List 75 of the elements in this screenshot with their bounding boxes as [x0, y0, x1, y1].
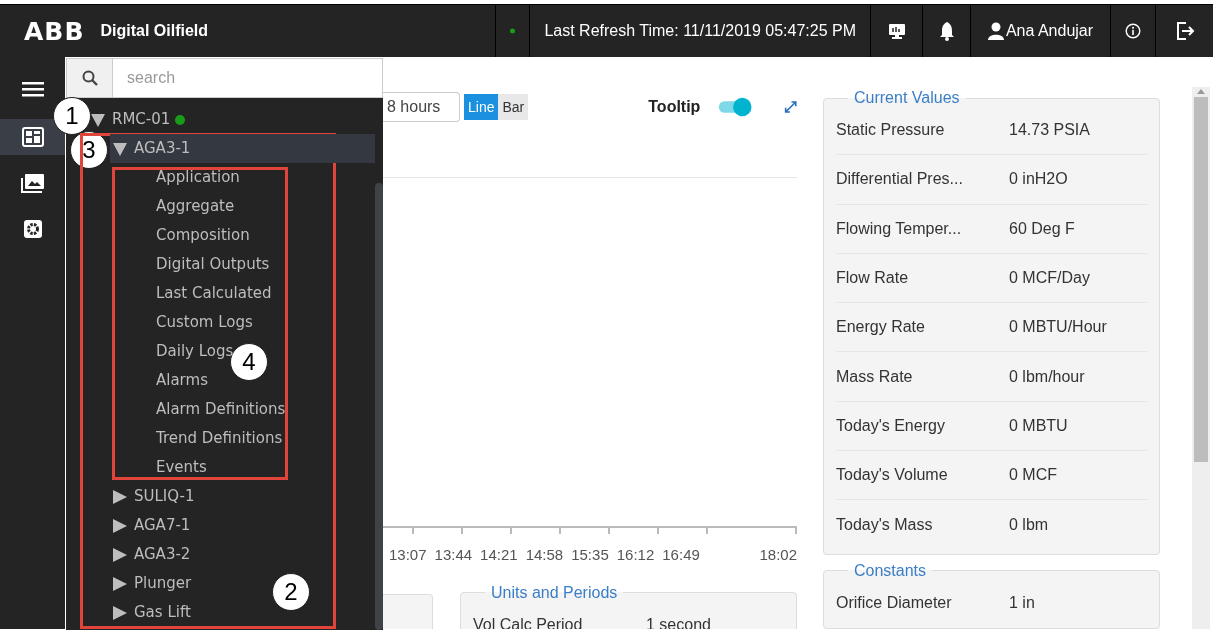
logout-icon[interactable] — [1174, 21, 1195, 41]
tree-item[interactable]: AGA3-2 — [112, 540, 191, 569]
tree-item[interactable]: Application — [134, 163, 240, 192]
field-label: Flow Rate — [836, 268, 910, 289]
panel-title: Units and Periods — [490, 584, 619, 601]
collapse-arrow-icon[interactable] — [90, 111, 106, 128]
monitor-icon[interactable] — [887, 23, 906, 39]
settings-icon[interactable] — [22, 219, 43, 239]
user-icon — [987, 22, 1004, 40]
field-value: 0 MCF — [1009, 465, 1057, 486]
field-label: Differential Pres... — [836, 169, 964, 190]
logo: ABB — [24, 18, 85, 44]
dashboard-icon[interactable] — [21, 127, 44, 147]
field-value: 1 in — [1009, 593, 1035, 614]
field-label: Today's Energy — [836, 415, 946, 436]
field-value: 0 MBTU/Hour — [1009, 317, 1107, 338]
field-value: 0 inH2O — [1009, 169, 1068, 190]
tree-item[interactable]: AGA3-1 — [110, 134, 375, 163]
field-label: Energy Rate — [836, 317, 926, 338]
axis-label: 16:12 — [616, 545, 655, 565]
axis-label: 14:21 — [480, 545, 518, 565]
panel-title: Constants — [853, 562, 928, 579]
tooltip-toggle[interactable] — [718, 95, 754, 119]
field-label: Today's Volume — [836, 465, 949, 486]
image-gallery-icon[interactable] — [20, 173, 45, 193]
tree-item[interactable]: Aggregate — [134, 192, 235, 221]
user-menu[interactable]: Ana Andujar — [987, 19, 1094, 43]
field-value: 0 MCF/Day — [1009, 268, 1090, 289]
expand-arrow-icon[interactable] — [112, 575, 128, 592]
axis-label: 18:02 — [759, 545, 797, 565]
axis-label: 15:35 — [571, 545, 609, 565]
expand-icon[interactable] — [783, 99, 797, 115]
field-label: Flowing Temper... — [836, 218, 963, 239]
axis-label: 13:44 — [434, 545, 473, 565]
field-value: 60 Deg F — [1009, 218, 1075, 239]
scrollbar-thumb[interactable] — [375, 183, 383, 630]
scrollbar-thumb[interactable] — [1194, 97, 1208, 462]
tree-item[interactable]: AGA7-1 — [112, 511, 191, 540]
axis-label: 14:58 — [525, 545, 564, 565]
tree-item[interactable]: Alarm Definitions — [134, 395, 286, 424]
tree-item[interactable]: Last Calculated — [134, 279, 272, 308]
field-label: Today's Mass — [836, 515, 934, 535]
panel-title: Current Values — [853, 90, 961, 106]
expand-arrow-icon[interactable] — [112, 546, 128, 563]
tree-item[interactable]: SULIQ-1 — [112, 482, 195, 511]
range-field[interactable]: 8 hours — [383, 92, 460, 122]
field-label: Static Pressure — [836, 120, 946, 141]
tree-item[interactable]: Plunger — [112, 569, 192, 598]
refresh-time: Last Refresh Time: 11/11/2019 05:47:25 PM — [544, 21, 856, 41]
menu-icon[interactable] — [21, 80, 44, 98]
field-value: 0 lbm — [1009, 515, 1049, 535]
field-value: 0 lbm/hour — [1009, 366, 1085, 387]
bell-icon[interactable] — [938, 21, 955, 41]
tree-item[interactable]: Composition — [134, 221, 250, 250]
tree-item[interactable]: RMC-01 — [90, 105, 186, 134]
tree-item[interactable]: Gas Lift — [112, 598, 191, 627]
field-label: Orifice Diameter — [836, 593, 953, 614]
collapse-arrow-icon[interactable] — [112, 140, 128, 157]
app-title: Digital Oilfield — [100, 21, 209, 41]
tree-item[interactable]: Custom Logs — [134, 308, 253, 337]
axis-label: 13:07 — [389, 545, 427, 565]
tree-item[interactable]: Events — [134, 453, 207, 482]
field-value: 14.73 PSIA — [1009, 120, 1090, 141]
tooltip-label: Tooltip — [648, 97, 701, 117]
expand-arrow-icon[interactable] — [112, 604, 128, 621]
field-value: 0 MBTU — [1009, 415, 1068, 436]
chart-type-button[interactable]: Bar — [498, 94, 529, 120]
expand-arrow-icon[interactable] — [112, 488, 128, 505]
tree-item[interactable]: Alarms — [134, 366, 208, 395]
info-icon[interactable] — [1125, 21, 1141, 41]
tree-item[interactable]: Digital Outputs — [134, 250, 270, 279]
field-label: Mass Rate — [836, 366, 914, 387]
expand-arrow-icon[interactable] — [112, 517, 128, 534]
axis-label: 16:49 — [662, 545, 700, 565]
tree-item[interactable]: Trend Definitions — [134, 424, 283, 453]
